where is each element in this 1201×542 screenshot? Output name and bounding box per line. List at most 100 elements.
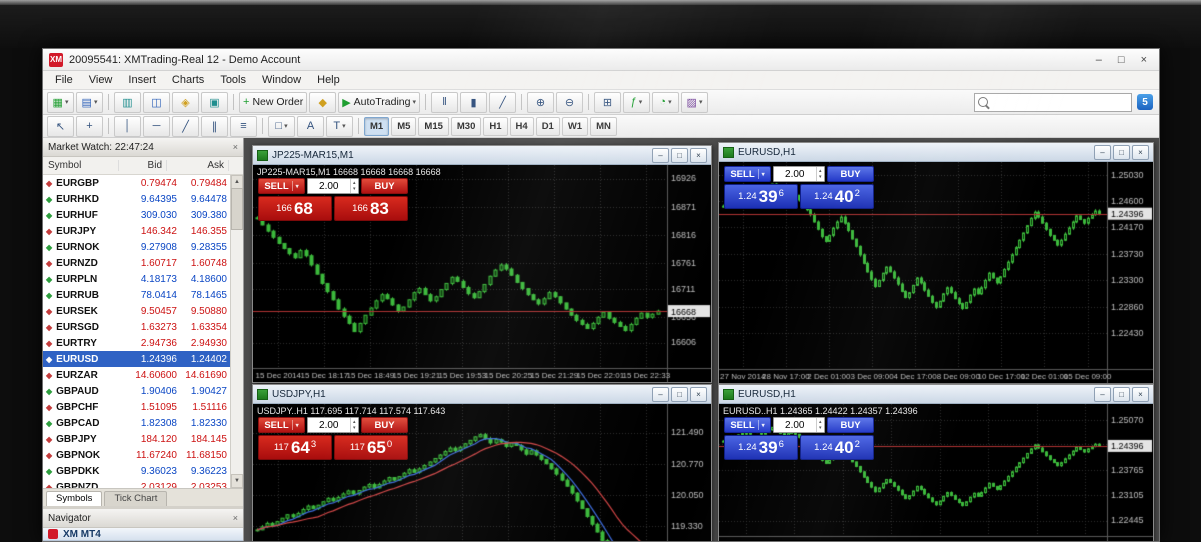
tab-tick-chart[interactable]: Tick Chart (104, 491, 167, 506)
sell-button[interactable]: SELL▾ (258, 417, 305, 433)
column-symbol[interactable]: Symbol (43, 160, 119, 171)
sell-button[interactable]: SELL▾ (724, 166, 771, 182)
fibonacci-icon[interactable]: ≡ (230, 116, 257, 137)
menu-file[interactable]: File (47, 73, 81, 87)
profiles-icon[interactable]: ▤▾ (76, 92, 103, 113)
market-watch-row[interactable]: ◆EURGBP0.794740.79484 (43, 175, 231, 191)
timeframe-mn[interactable]: MN (590, 117, 617, 136)
sell-price-display[interactable]: 117643 (258, 435, 332, 460)
timeframe-m30[interactable]: M30 (451, 117, 481, 136)
chart-minimize-button[interactable]: – (1094, 145, 1111, 160)
market-watch-header[interactable]: Market Watch: 22:47:24 × (43, 138, 243, 157)
chart-restore-button[interactable]: □ (1113, 387, 1130, 402)
navigator-root-item[interactable]: XM MT4 (43, 528, 243, 541)
chart-close-button[interactable]: × (1132, 387, 1149, 402)
menu-window[interactable]: Window (254, 73, 309, 87)
search-input[interactable] (990, 96, 1128, 109)
navigator-close-icon[interactable]: × (233, 513, 238, 523)
timeframe-d1[interactable]: D1 (536, 117, 560, 136)
sell-price-display[interactable]: 16668 (258, 196, 332, 221)
chart-titlebar[interactable]: USDJPY,H1 – □ × (253, 385, 711, 404)
new-chart-icon[interactable]: ▦▾ (47, 92, 74, 113)
scroll-thumb[interactable] (231, 188, 243, 230)
buy-button[interactable]: BUY (827, 166, 874, 182)
autotrading-icon[interactable]: ▶AutoTrading▾ (338, 92, 420, 113)
market-watch-row[interactable]: ◆EURZAR14.6060014.61690 (43, 367, 231, 383)
chart-close-button[interactable]: × (1132, 145, 1149, 160)
menu-charts[interactable]: Charts (164, 73, 212, 87)
lot-input[interactable] (308, 179, 350, 193)
navigator-header[interactable]: Navigator × (43, 509, 243, 528)
chart-close-button[interactable]: × (690, 387, 707, 402)
vertical-line-icon[interactable]: │ (114, 116, 141, 137)
chart-line-icon[interactable]: ╱ (489, 92, 516, 113)
close-button[interactable]: × (1141, 54, 1147, 66)
menu-help[interactable]: Help (309, 73, 348, 87)
market-watch-row[interactable]: ◆EURSGD1.632731.63354 (43, 319, 231, 335)
chart-titlebar[interactable]: EURUSD,H1 – □ × (719, 385, 1153, 404)
menu-tools[interactable]: Tools (212, 73, 254, 87)
scroll-down-icon[interactable]: ▼ (231, 474, 243, 488)
zoom-out-icon[interactable]: ⊖ (556, 92, 583, 113)
lot-spinner[interactable]: ▴▾ (816, 418, 824, 432)
buy-price-display[interactable]: 117650 (334, 435, 408, 460)
minimize-button[interactable]: – (1096, 54, 1102, 66)
cursor-icon[interactable]: ↖ (47, 116, 74, 137)
timeframe-h1[interactable]: H1 (483, 117, 507, 136)
market-watch-row[interactable]: ◆EURNOK9.279089.28355 (43, 239, 231, 255)
market-watch-row[interactable]: ◆EURJPY146.342146.355 (43, 223, 231, 239)
templates-icon[interactable]: ▨▾ (681, 92, 708, 113)
market-watch-row[interactable]: ◆EURNZD1.607171.60748 (43, 255, 231, 271)
crosshair-icon[interactable]: + (76, 116, 103, 137)
sell-dropdown-icon[interactable]: ▾ (292, 181, 299, 191)
buy-button[interactable]: BUY (361, 417, 408, 433)
market-watch-row[interactable]: ◆GBPDKK9.360239.36223 (43, 463, 231, 479)
chart-bars-icon[interactable]: ‖ (431, 92, 458, 113)
chart-restore-button[interactable]: □ (671, 387, 688, 402)
chart-titlebar[interactable]: JP225-MAR15,M1 – □ × (253, 146, 711, 165)
column-bid[interactable]: Bid (119, 160, 167, 171)
market-watch-toggle-icon[interactable]: ▥ (114, 92, 141, 113)
navigator-toggle-icon[interactable]: ◈ (172, 92, 199, 113)
timeframe-m1[interactable]: M1 (364, 117, 389, 136)
title-bar[interactable]: XM 20095541: XMTrading-Real 12 - Demo Ac… (43, 49, 1159, 71)
text-label-icon[interactable]: A (297, 116, 324, 137)
timeframe-m15[interactable]: M15 (418, 117, 448, 136)
column-ask[interactable]: Ask (167, 160, 229, 171)
chart-restore-button[interactable]: □ (1113, 145, 1130, 160)
buy-button[interactable]: BUY (827, 417, 874, 433)
market-watch-row[interactable]: ◆EURPLN4.181734.18600 (43, 271, 231, 287)
sell-price-display[interactable]: 1.24396 (724, 184, 798, 209)
periods-icon[interactable]: ◔▾ (652, 92, 679, 113)
mql5-badge-icon[interactable]: 5 (1137, 94, 1153, 110)
market-watch-close-icon[interactable]: × (233, 142, 238, 152)
market-watch-row[interactable]: ◆GBPNOK11.6724011.68150 (43, 447, 231, 463)
chart-titlebar[interactable]: EURUSD,H1 – □ × (719, 143, 1153, 162)
horizontal-line-icon[interactable]: ─ (143, 116, 170, 137)
maximize-button[interactable]: □ (1118, 54, 1125, 66)
lot-spinner[interactable]: ▴▾ (816, 167, 824, 181)
buy-price-display[interactable]: 1.24402 (800, 184, 874, 209)
chart-minimize-button[interactable]: – (652, 148, 669, 163)
equidistant-channel-icon[interactable]: ∥ (201, 116, 228, 137)
timeframe-m5[interactable]: M5 (391, 117, 416, 136)
timeframe-h4[interactable]: H4 (510, 117, 534, 136)
sell-dropdown-icon[interactable]: ▾ (758, 169, 765, 179)
terminal-toggle-icon[interactable]: ▣ (201, 92, 228, 113)
market-watch-row[interactable]: ◆GBPCHF1.510951.51116 (43, 399, 231, 415)
lot-input[interactable] (774, 167, 816, 181)
market-watch-row[interactable]: ◆EURHUF309.030309.380 (43, 207, 231, 223)
market-watch-row[interactable]: ◆EURSEK9.504579.50880 (43, 303, 231, 319)
sell-dropdown-icon[interactable]: ▾ (758, 420, 765, 430)
tile-windows-icon[interactable]: ⊞ (594, 92, 621, 113)
market-watch-row[interactable]: ◆GBPCAD1.823081.82330 (43, 415, 231, 431)
timeframe-w1[interactable]: W1 (562, 117, 588, 136)
sell-button[interactable]: SELL▾ (724, 417, 771, 433)
lot-input[interactable] (774, 418, 816, 432)
shapes-icon[interactable]: □▾ (268, 116, 295, 137)
menu-insert[interactable]: Insert (120, 73, 164, 87)
market-watch-row[interactable]: ◆GBPJPY184.120184.145 (43, 431, 231, 447)
market-watch-row[interactable]: ◆EURUSD1.243961.24402 (43, 351, 231, 367)
lot-spinner[interactable]: ▴▾ (350, 179, 358, 193)
chart-candles-icon[interactable]: ▮ (460, 92, 487, 113)
